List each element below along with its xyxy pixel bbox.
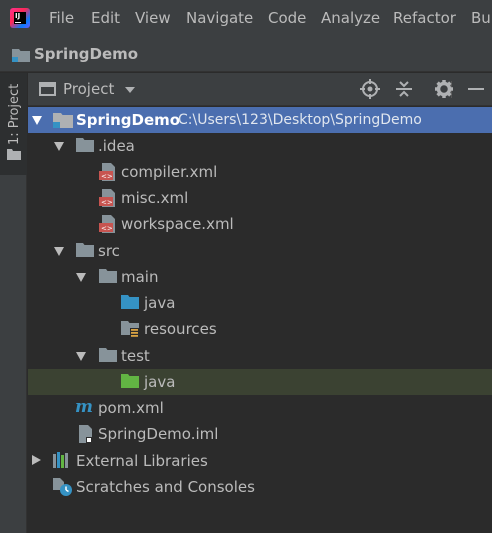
maven-icon: m [75,397,93,417]
left-tool-strip: 1: Project [0,73,27,533]
resources-folder-icon [121,321,139,337]
tree-row-main[interactable]: main [28,264,492,290]
tree-item-label: src [98,242,120,260]
chevron-down-icon[interactable] [125,87,135,93]
tree-item-label: workspace.xml [121,215,234,233]
gear-icon[interactable] [434,79,454,99]
tree-item-label: Scratches and Consoles [76,478,255,496]
folder-icon [99,269,117,283]
folder-icon [76,243,94,257]
project-tree: SpringDemo C:\Users\123\Desktop\SpringDe… [28,107,492,533]
expand-arrow-icon[interactable] [32,455,41,465]
expand-arrow-icon[interactable] [76,273,86,282]
navigation-bar: SpringDemo [0,36,492,72]
xml-file-icon: <> [99,163,115,181]
scratches-icon [53,478,72,496]
tree-row-compiler-xml[interactable]: <> compiler.xml [28,159,492,185]
menu-refactor[interactable]: Refactor [393,9,456,27]
project-view-selector[interactable]: Project [63,80,114,98]
test-folder-icon [121,374,139,388]
project-folder-icon [12,49,30,62]
xml-file-icon: <> [99,215,115,233]
tree-row-misc-xml[interactable]: <> misc.xml [28,185,492,211]
tree-item-label: test [121,347,150,365]
locate-icon[interactable] [360,79,380,99]
menu-navigate[interactable]: Navigate [186,9,253,27]
tree-row-workspace-xml[interactable]: <> workspace.xml [28,211,492,237]
tree-item-label: compiler.xml [121,163,218,181]
tree-row-external-libraries[interactable]: External Libraries [28,448,492,474]
xml-file-icon: <> [99,189,115,207]
project-view-icon [39,82,56,96]
intellij-logo-icon: IJ [10,8,30,28]
tree-item-label: main [121,268,159,286]
tree-item-label: SpringDemo.iml [98,425,219,443]
svg-text:<>: <> [101,173,113,181]
menu-analyze[interactable]: Analyze [321,9,380,27]
tree-item-label: misc.xml [121,189,189,207]
library-icon [53,452,68,468]
folder-icon [99,348,117,362]
menu-edit[interactable]: Edit [91,9,120,27]
tree-item-label: resources [144,320,217,338]
svg-text:<>: <> [101,199,113,207]
folder-icon [76,138,94,152]
tree-item-label: .idea [98,137,135,155]
tree-row-test-java[interactable]: java [28,369,492,395]
tree-item-label: java [144,294,176,312]
expand-arrow-icon[interactable] [32,116,42,125]
svg-text:<>: <> [101,225,113,233]
expand-arrow-icon[interactable] [54,247,64,256]
minimize-icon[interactable] [466,79,486,99]
tree-row-resources[interactable]: resources [28,316,492,342]
tree-row-src[interactable]: src [28,238,492,264]
collapse-all-icon[interactable] [394,79,414,99]
tree-row-main-java[interactable]: java [28,290,492,316]
tree-row-root[interactable]: SpringDemo C:\Users\123\Desktop\SpringDe… [28,107,492,133]
menu-file[interactable]: File [49,9,74,27]
tree-row-scratches[interactable]: Scratches and Consoles [28,474,492,500]
breadcrumb-project[interactable]: SpringDemo [34,45,138,63]
tree-row-idea[interactable]: .idea [28,133,492,159]
expand-arrow-icon[interactable] [76,352,86,361]
menu-build[interactable]: Bui [471,9,492,27]
project-tool-tab-label: 1: Project [7,83,22,145]
root-module-path: C:\Users\123\Desktop\SpringDemo [178,112,422,128]
root-module-label: SpringDemo [76,111,181,129]
menu-view[interactable]: View [135,9,171,27]
source-folder-icon [121,295,139,309]
tree-item-label: External Libraries [76,452,208,470]
menu-bar: IJ File Edit View Navigate Code Analyze … [0,0,492,36]
project-toolwindow-header: Project [28,73,492,106]
project-tool-tab[interactable]: 1: Project [0,73,27,175]
tree-row-pom-xml[interactable]: m pom.xml [28,395,492,421]
tree-item-label: pom.xml [98,399,164,417]
module-folder-icon [53,113,73,128]
tree-item-label: java [144,373,176,391]
tree-row-iml[interactable]: SpringDemo.iml [28,421,492,447]
expand-arrow-icon[interactable] [54,142,64,151]
folder-icon [7,149,21,160]
tree-row-test[interactable]: test [28,343,492,369]
module-file-icon [79,425,92,443]
menu-code[interactable]: Code [268,9,306,27]
